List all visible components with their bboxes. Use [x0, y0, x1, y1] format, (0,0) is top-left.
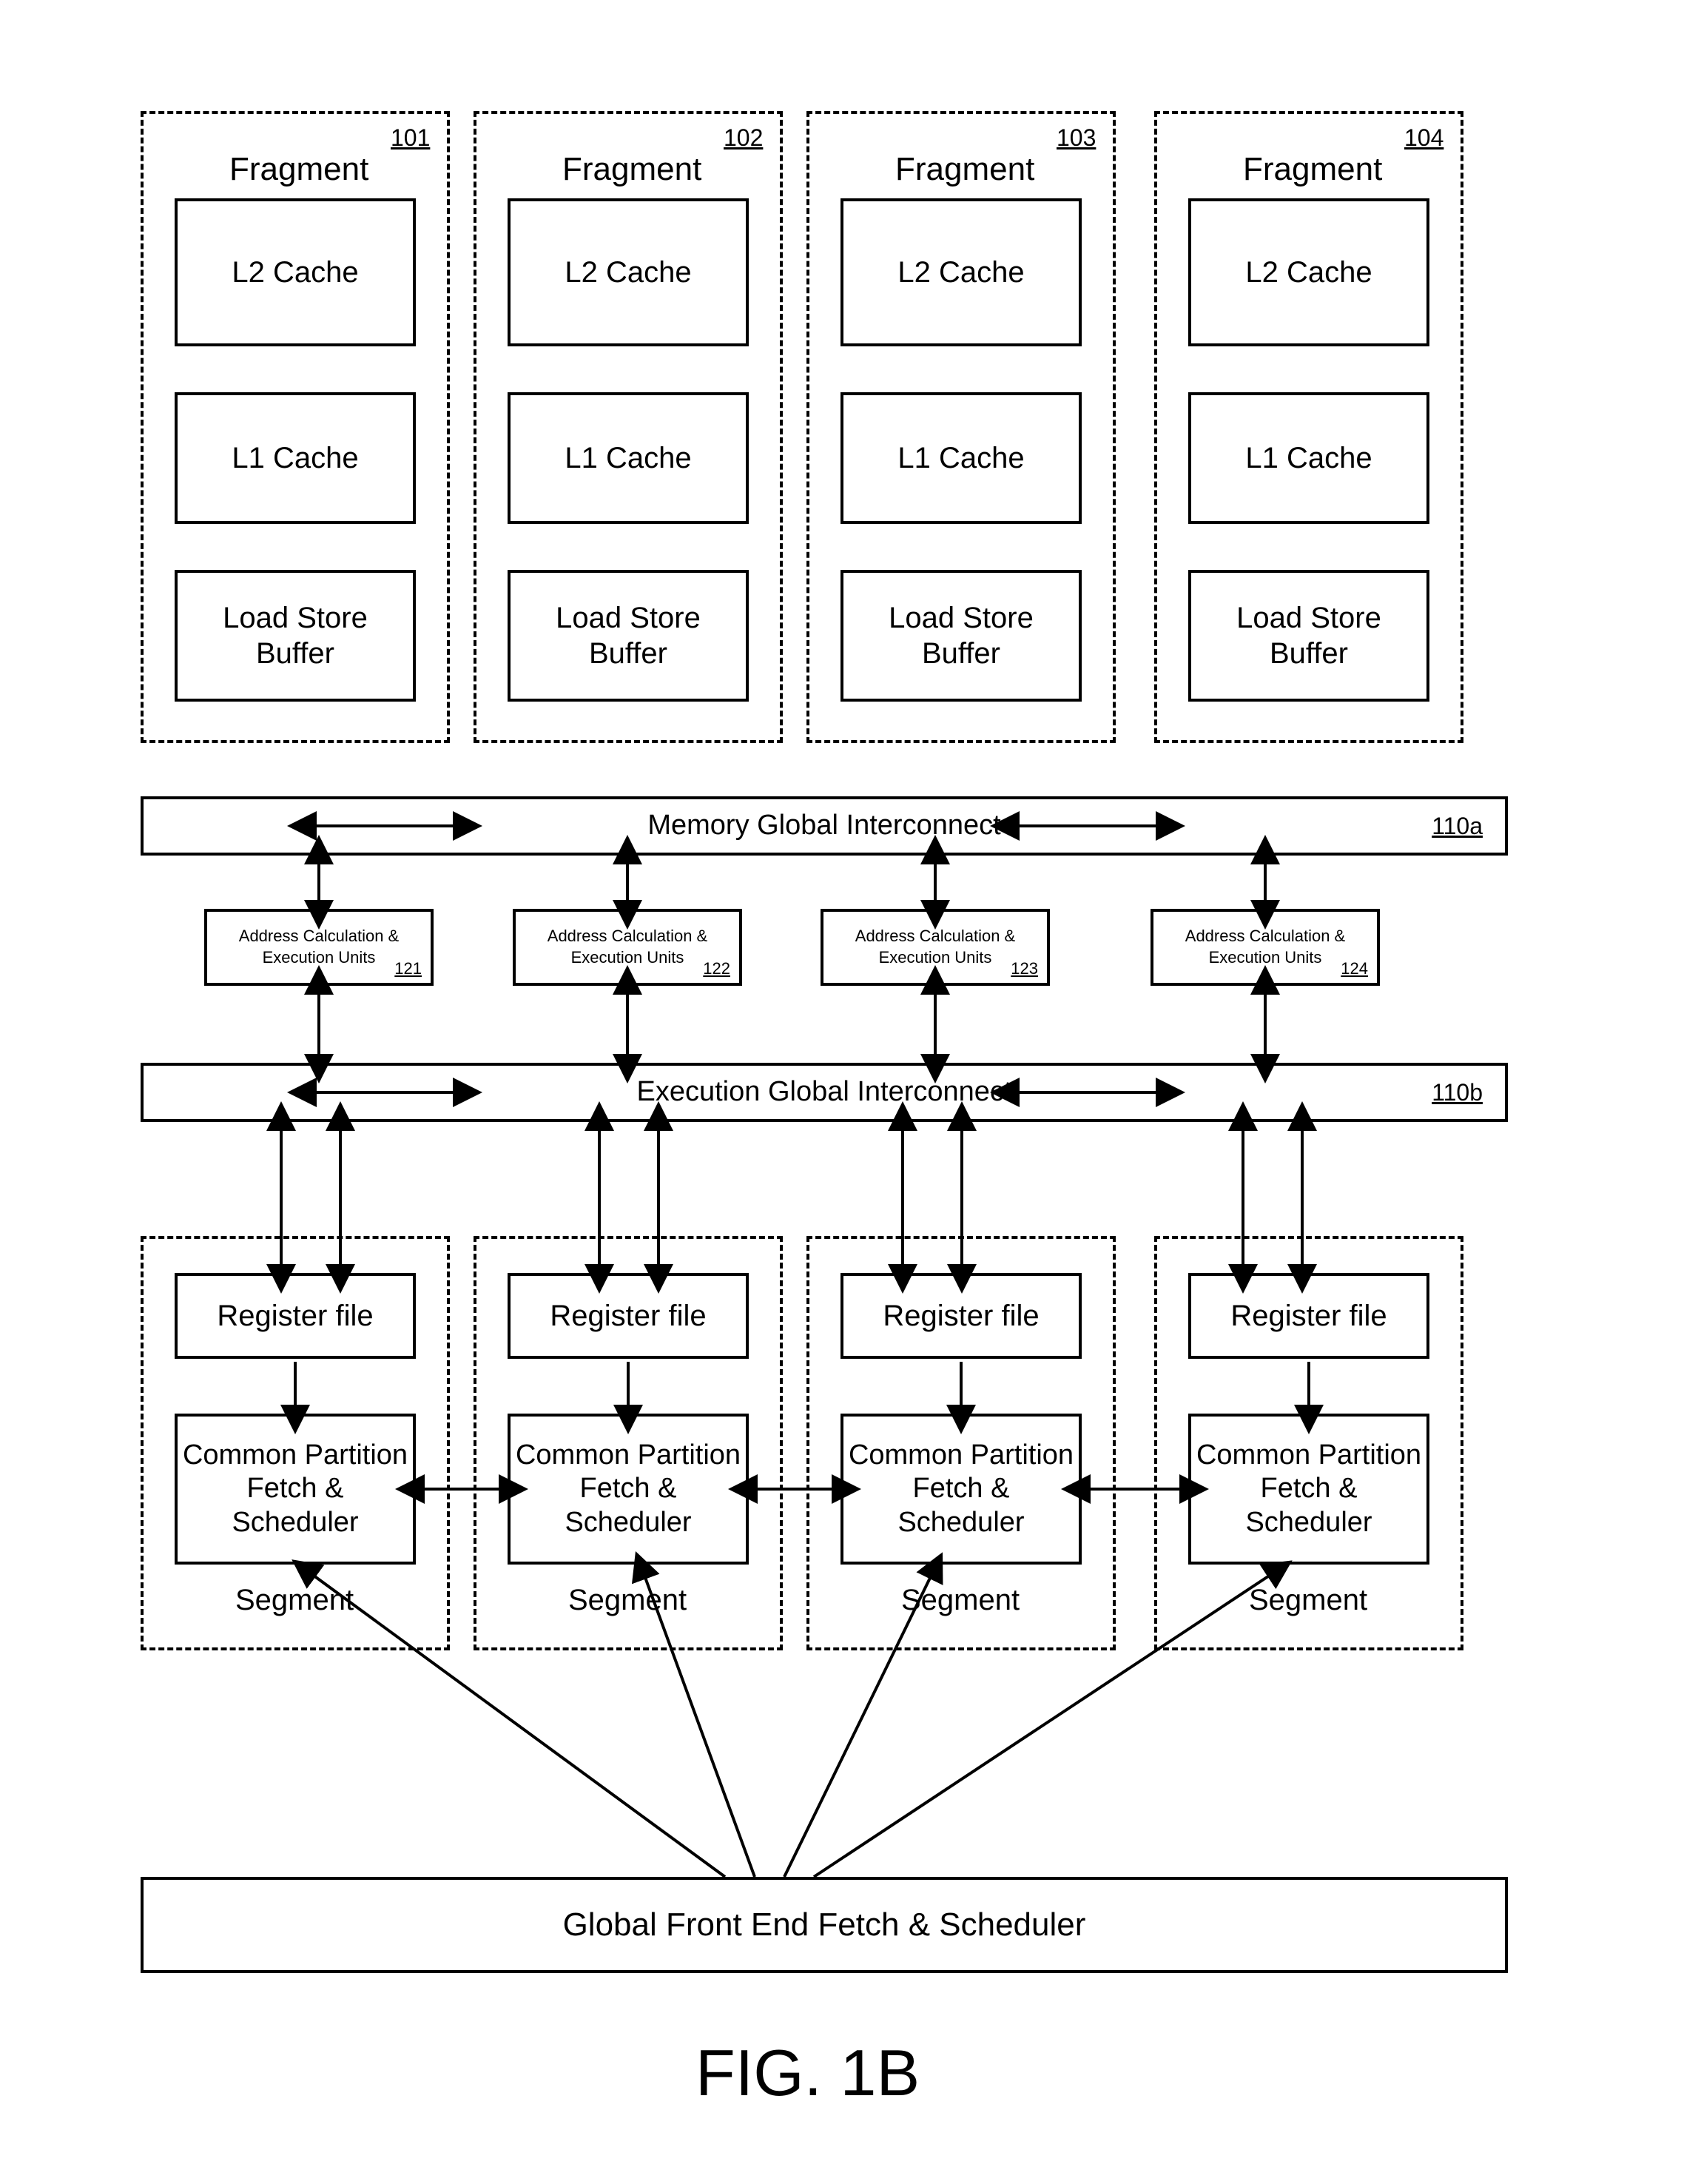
l2-cache-label: L2 Cache	[232, 255, 358, 290]
ace-id-2: 122	[703, 959, 730, 978]
execution-global-interconnect: Execution Global Interconnect 110b	[141, 1063, 1508, 1122]
mgi-label: Memory Global Interconnect	[647, 809, 1000, 843]
l1-cache-1: L1 Cache	[175, 392, 416, 524]
memory-global-interconnect: Memory Global Interconnect 110a	[141, 796, 1508, 856]
register-file-2: Register file	[508, 1273, 749, 1359]
gfe-label: Global Front End Fetch & Scheduler	[563, 1906, 1086, 1945]
rf-label: Register file	[217, 1298, 373, 1334]
ace-id-4: 124	[1341, 959, 1368, 978]
register-file-3: Register file	[840, 1273, 1082, 1359]
l1-cache-2: L1 Cache	[508, 392, 749, 524]
fragment-title-2: Fragment	[562, 151, 701, 188]
ace-id-1: 121	[394, 959, 422, 978]
ace-4: Address Calculation & Execution Units 12…	[1151, 909, 1380, 986]
fragment-title-1: Fragment	[229, 151, 368, 188]
l2-cache-1: L2 Cache	[175, 198, 416, 346]
fragment-title-4: Fragment	[1243, 151, 1382, 188]
segment-title-3: Segment	[901, 1584, 1020, 1617]
l2-cache-3: L2 Cache	[840, 198, 1082, 346]
register-file-1: Register file	[175, 1273, 416, 1359]
l1-cache-4: L1 Cache	[1188, 392, 1429, 524]
figure-label: FIG. 1B	[695, 2035, 920, 2111]
cpfs-1: Common Partition Fetch & Scheduler	[175, 1414, 416, 1565]
l1-cache-label: L1 Cache	[232, 440, 358, 476]
cpfs-2: Common Partition Fetch & Scheduler	[508, 1414, 749, 1565]
cpfs-4: Common Partition Fetch & Scheduler	[1188, 1414, 1429, 1565]
lsb-2: Load Store Buffer	[508, 570, 749, 702]
egi-label: Execution Global Interconnect	[637, 1075, 1012, 1109]
lsb-label: Load Store Buffer	[223, 600, 368, 671]
fragment-id-2: 102	[724, 124, 763, 152]
fragment-id-3: 103	[1057, 124, 1096, 152]
cpfs-3: Common Partition Fetch & Scheduler	[840, 1414, 1082, 1565]
mgi-id: 110a	[1432, 813, 1483, 840]
ace-2: Address Calculation & Execution Units 12…	[513, 909, 742, 986]
cpfs-label: Common Partition Fetch & Scheduler	[183, 1439, 408, 1540]
egi-id: 110b	[1432, 1079, 1483, 1106]
ace-id-3: 123	[1011, 959, 1038, 978]
segment-title-2: Segment	[568, 1584, 687, 1617]
fragment-id-1: 101	[391, 124, 430, 152]
global-front-end: Global Front End Fetch & Scheduler	[141, 1877, 1508, 1973]
l2-cache-2: L2 Cache	[508, 198, 749, 346]
segment-title-1: Segment	[235, 1584, 354, 1617]
ace-1: Address Calculation & Execution Units 12…	[204, 909, 434, 986]
register-file-4: Register file	[1188, 1273, 1429, 1359]
ace-label: Address Calculation & Execution Units	[239, 926, 399, 968]
fragment-title-3: Fragment	[895, 151, 1034, 188]
lsb-3: Load Store Buffer	[840, 570, 1082, 702]
fragment-id-4: 104	[1404, 124, 1443, 152]
l2-cache-4: L2 Cache	[1188, 198, 1429, 346]
lsb-1: Load Store Buffer	[175, 570, 416, 702]
segment-title-4: Segment	[1249, 1584, 1367, 1617]
l1-cache-3: L1 Cache	[840, 392, 1082, 524]
lsb-4: Load Store Buffer	[1188, 570, 1429, 702]
ace-3: Address Calculation & Execution Units 12…	[821, 909, 1050, 986]
